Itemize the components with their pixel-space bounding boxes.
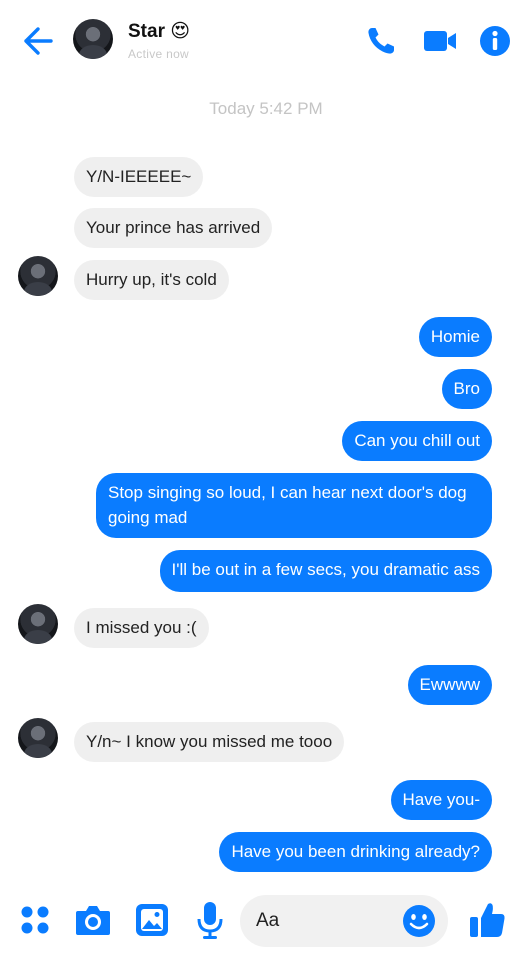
sender-avatar [18, 256, 58, 296]
received-message[interactable]: I missed you :( [74, 608, 209, 648]
active-status: Active now [128, 47, 190, 61]
sent-message[interactable]: Bro [441, 369, 492, 409]
emoji-icon[interactable] [402, 904, 436, 938]
sender-avatar [18, 604, 58, 644]
contact-avatar[interactable] [73, 19, 113, 59]
thumbs-up-icon[interactable] [467, 900, 507, 940]
sent-message[interactable]: Ewwww [407, 665, 492, 705]
sender-avatar [18, 718, 58, 758]
received-message[interactable]: Y/N-IEEEEE~ [74, 157, 204, 197]
received-message[interactable]: Your prince has arrived [74, 208, 273, 248]
sent-message[interactable]: Stop singing so loud, I can hear next do… [96, 473, 492, 538]
menu-dots-icon[interactable] [19, 904, 51, 936]
camera-icon[interactable] [74, 902, 112, 938]
back-arrow-icon[interactable] [22, 26, 54, 56]
sent-message[interactable]: Can you chill out [342, 421, 492, 461]
sent-message[interactable]: Homie [418, 317, 492, 357]
message-input[interactable] [256, 909, 396, 933]
phone-icon[interactable] [364, 24, 398, 58]
video-camera-icon[interactable] [421, 24, 459, 58]
received-message[interactable]: Y/n~ I know you missed me tooo [74, 722, 345, 762]
microphone-icon[interactable] [196, 900, 224, 940]
sent-message[interactable]: Have you- [390, 780, 492, 820]
conversation-timestamp: Today 5:42 PM [209, 99, 323, 118]
sent-message[interactable]: I'll be out in a few secs, you dramatic … [159, 550, 492, 592]
info-icon[interactable] [478, 24, 512, 58]
contact-name[interactable]: Star 😍 [128, 20, 190, 43]
gallery-icon[interactable] [134, 902, 170, 938]
message-composer[interactable] [240, 895, 448, 947]
sent-message[interactable]: Have you been drinking already? [219, 832, 492, 872]
received-message[interactable]: Hurry up, it's cold [74, 260, 229, 300]
